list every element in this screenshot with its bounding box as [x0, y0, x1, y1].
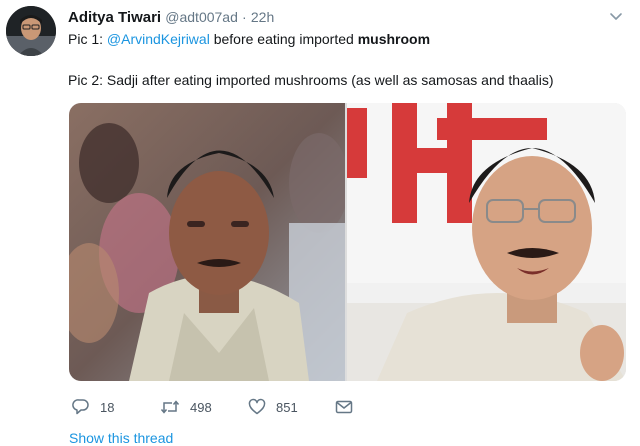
reply-button[interactable]: 18: [72, 397, 114, 417]
mention-link[interactable]: @ArvindKejriwal: [107, 31, 210, 47]
highlighted-word: mushroom: [357, 31, 431, 47]
like-count: 851: [276, 399, 298, 415]
envelope-icon: [335, 400, 353, 414]
tweet-timestamp[interactable]: 22h: [251, 9, 274, 25]
text-middle: before eating imported: [209, 31, 358, 47]
heart-icon: [248, 398, 266, 415]
tweet-media: [69, 103, 626, 381]
photo-1[interactable]: [69, 103, 345, 381]
tweet-header: Aditya Tiwari @adt007ad · 22h: [68, 7, 274, 27]
retweet-button[interactable]: 498: [160, 397, 212, 417]
tweet-text-line-1: Pic 1: @ArvindKejriwal before eating imp…: [68, 30, 628, 48]
author-name[interactable]: Aditya Tiwari: [68, 9, 161, 26]
retweet-icon: [160, 400, 180, 414]
reply-icon: [72, 399, 89, 415]
like-button[interactable]: 851: [248, 397, 298, 417]
tweet-text: Pic 1: @ArvindKejriwal before eating imp…: [68, 30, 628, 89]
reply-count: 18: [100, 399, 115, 415]
separator-dot: ·: [242, 9, 247, 25]
tweet-text-line-2: Pic 2: Sadji after eating imported mushr…: [68, 72, 554, 88]
tweet: Aditya Tiwari @adt007ad · 22h Pic 1: @Ar…: [0, 0, 640, 446]
chevron-down-icon[interactable]: [608, 8, 624, 24]
avatar[interactable]: [6, 6, 56, 56]
photo-2[interactable]: [347, 103, 626, 381]
text-prefix: Pic 1:: [68, 31, 107, 47]
retweet-count: 498: [190, 399, 212, 415]
author-handle[interactable]: @adt007ad: [165, 9, 238, 25]
direct-message-button[interactable]: [335, 397, 353, 417]
